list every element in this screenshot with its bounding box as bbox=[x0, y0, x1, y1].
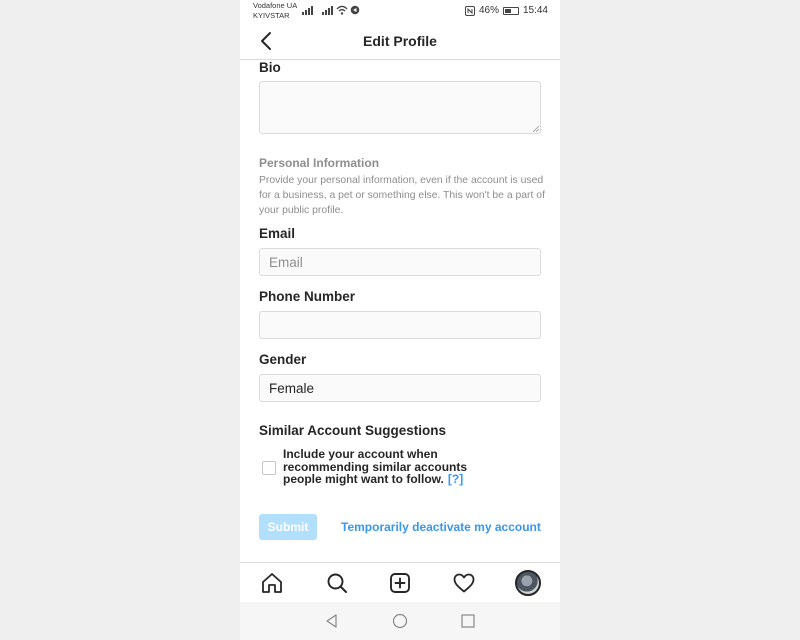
phone-field[interactable] bbox=[259, 311, 541, 339]
system-home-icon[interactable] bbox=[392, 613, 408, 629]
similar-accounts-label: Include your account when recommending s… bbox=[283, 447, 468, 486]
bio-textarea[interactable] bbox=[259, 81, 541, 134]
battery-icon bbox=[502, 6, 519, 15]
signal-icon-2 bbox=[322, 5, 333, 15]
similar-accounts-checkbox[interactable] bbox=[262, 461, 276, 475]
bottom-navigation bbox=[240, 562, 560, 602]
clock: 15:44 bbox=[522, 5, 548, 16]
carrier-name-1: Vodafone UA bbox=[253, 1, 298, 10]
email-label: Email bbox=[259, 226, 296, 241]
search-icon[interactable] bbox=[325, 571, 349, 595]
personal-info-title: Personal Information bbox=[259, 156, 380, 170]
edit-profile-form: Bio Personal Information Provide your pe… bbox=[240, 60, 560, 562]
similar-accounts-text: Include your account when recommending s… bbox=[283, 448, 488, 486]
new-post-icon[interactable] bbox=[388, 571, 412, 595]
phone-screen: Vodafone UA KYIVSTAR 46% 15:44 Edit Prof… bbox=[240, 0, 560, 640]
nfc-icon bbox=[464, 5, 475, 16]
gender-field[interactable] bbox=[259, 374, 541, 402]
email-field[interactable] bbox=[259, 248, 541, 276]
header: Edit Profile bbox=[240, 22, 560, 60]
gender-label: Gender bbox=[259, 352, 307, 367]
system-navigation-bar bbox=[240, 602, 560, 640]
signal-icon bbox=[302, 5, 313, 15]
phone-label: Phone Number bbox=[259, 289, 356, 304]
bio-label: Bio bbox=[259, 60, 281, 75]
system-back-icon[interactable] bbox=[324, 613, 340, 629]
deactivate-account-link[interactable]: Temporarily deactivate my account bbox=[341, 520, 541, 534]
status-bar: Vodafone UA KYIVSTAR 46% 15:44 bbox=[240, 0, 560, 22]
home-icon[interactable] bbox=[260, 571, 284, 595]
personal-info-description: Provide your personal information, even … bbox=[259, 175, 545, 216]
data-saver-icon bbox=[350, 5, 360, 15]
carrier-name-2: KYIVSTAR bbox=[253, 11, 290, 20]
similar-accounts-title: Similar Account Suggestions bbox=[259, 423, 447, 438]
carrier-info: Vodafone UA KYIVSTAR bbox=[253, 1, 297, 21]
submit-button[interactable]: Submit bbox=[259, 514, 317, 540]
status-right-group: 46% 15:44 bbox=[464, 5, 548, 16]
page-title: Edit Profile bbox=[363, 33, 437, 49]
battery-percent: 46% bbox=[478, 5, 499, 16]
activity-heart-icon[interactable] bbox=[452, 571, 476, 595]
wifi-icon bbox=[336, 5, 348, 15]
system-recents-icon[interactable] bbox=[460, 613, 476, 629]
resize-grip-icon[interactable] bbox=[533, 126, 539, 132]
help-link[interactable]: [?] bbox=[448, 472, 463, 486]
profile-avatar[interactable] bbox=[515, 570, 541, 596]
